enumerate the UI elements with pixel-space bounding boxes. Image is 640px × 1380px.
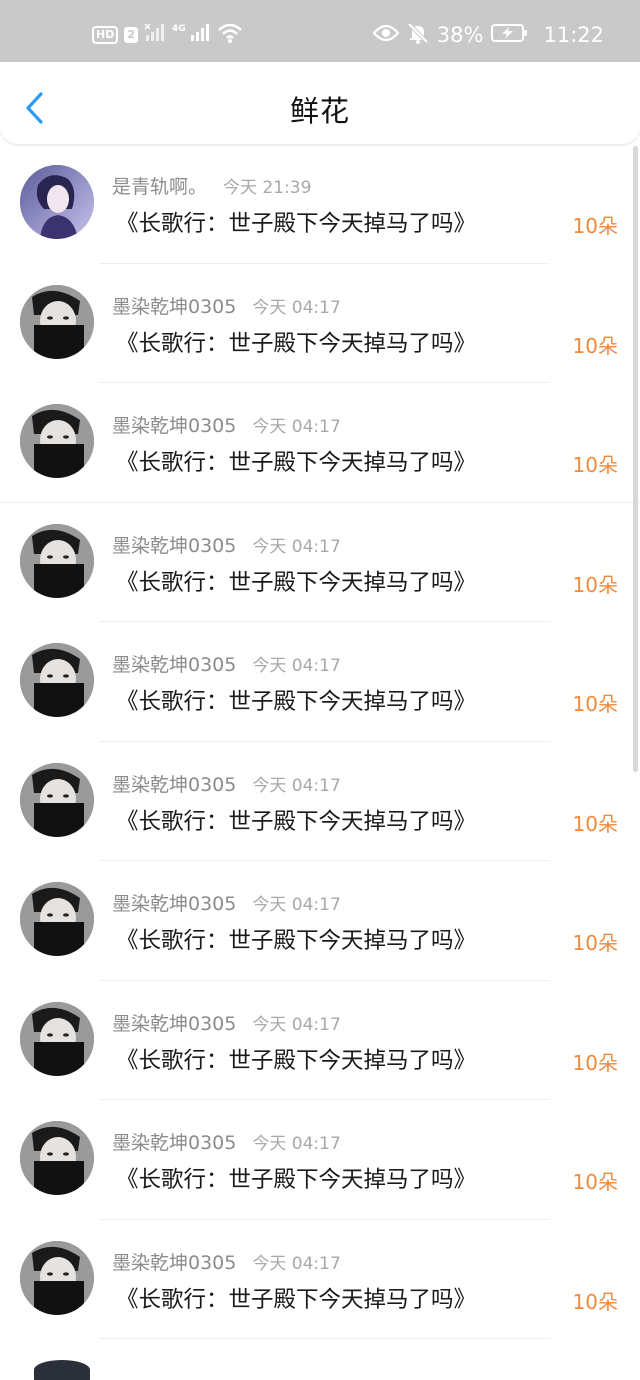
masked-man-avatar-icon: [20, 643, 94, 717]
wifi-icon: [217, 22, 243, 48]
status-left: HD 2 4G: [92, 20, 243, 50]
sim-slot-badge: 2: [124, 27, 138, 43]
masked-man-avatar-icon: [20, 404, 94, 478]
user-name: 墨染乾坤0305 今天 04:17: [112, 773, 341, 796]
page-title: 鲜花: [289, 94, 350, 128]
top-nav-bar: 鲜花: [0, 62, 640, 144]
list-item[interactable]: 墨染乾坤0305 今天 04:17 《长歌行：世子殿下今天掉马了吗》 10朵: [0, 622, 640, 742]
book-title: 《长歌行：世子殿下今天掉马了吗》: [116, 569, 477, 596]
flower-count: 10朵: [572, 692, 618, 716]
masked-man-avatar-icon: [20, 1001, 94, 1076]
flower-count: 10朵: [572, 1289, 618, 1314]
book-title: 《长歌行：世子殿下今天掉马了吗》: [116, 1047, 477, 1074]
gift-time: 今天 04:17: [252, 775, 341, 796]
eye-icon: [372, 23, 400, 47]
book-title: 《长歌行：世子殿下今天掉马了吗》: [116, 330, 477, 357]
battery-percent: 38%: [436, 23, 484, 47]
flower-count: 10朵: [572, 453, 618, 477]
avatar[interactable]: [20, 1240, 94, 1315]
book-title: 《长歌行：世子殿下今天掉马了吗》: [116, 689, 477, 715]
book-title: 《长歌行：世子殿下今天掉马了吗》: [116, 1167, 477, 1193]
avatar[interactable]: [20, 643, 94, 717]
flower-count: 10朵: [572, 1050, 618, 1075]
status-right: 38% 11:22: [372, 18, 604, 52]
user-name: 是青轨啊。 今天 21:39: [112, 176, 312, 198]
flower-count: 10朵: [572, 811, 618, 836]
next-item-avatar-peek: [34, 1360, 90, 1380]
flower-count: 10朵: [572, 214, 618, 238]
masked-man-avatar-icon: [20, 762, 94, 837]
gift-time: 今天 04:17: [252, 1014, 341, 1035]
list-item[interactable]: 墨染乾坤0305 今天 04:17 《长歌行：世子殿下今天掉马了吗》 10朵: [0, 981, 640, 1100]
gift-time: 今天 04:17: [252, 536, 341, 557]
list-item[interactable]: 墨染乾坤0305 今天 04:17 《长歌行：世子殿下今天掉马了吗》 10朵: [0, 383, 640, 503]
gift-time: 今天 04:17: [252, 297, 341, 318]
masked-man-avatar-icon: [20, 882, 94, 956]
user-name: 墨染乾坤0305 今天 04:17: [112, 654, 341, 676]
avatar[interactable]: [20, 284, 94, 359]
user-name: 墨染乾坤0305 今天 04:17: [112, 1132, 341, 1154]
masked-man-avatar-icon: [20, 1121, 94, 1195]
masked-man-avatar-icon: [20, 523, 94, 598]
battery-charging-icon: [491, 23, 529, 47]
flower-count: 10朵: [572, 572, 618, 597]
list-item[interactable]: 墨染乾坤0305 今天 04:17 《长歌行：世子殿下今天掉马了吗》 10朵: [0, 861, 640, 981]
gift-time: 今天 04:17: [252, 417, 341, 437]
flower-gift-list: 是青轨啊。 今天 21:39 《长歌行：世子殿下今天掉马了吗》 10朵 墨染乾坤0…: [0, 144, 640, 1339]
list-item[interactable]: 墨染乾坤0305 今天 04:17 《长歌行：世子殿下今天掉马了吗》 10朵: [0, 1220, 640, 1339]
avatar[interactable]: [20, 165, 94, 239]
list-item[interactable]: 墨染乾坤0305 今天 04:17 《长歌行：世子殿下今天掉马了吗》 10朵: [0, 503, 640, 622]
flower-count: 10朵: [572, 333, 618, 358]
gift-time: 今天 04:17: [252, 656, 341, 676]
gift-time: 今天 04:17: [252, 1253, 341, 1274]
avatar[interactable]: [20, 762, 94, 837]
flower-count: 10朵: [572, 1170, 618, 1194]
scrollbar[interactable]: [633, 146, 638, 772]
book-title: 《长歌行：世子殿下今天掉马了吗》: [116, 450, 477, 476]
divider: [100, 1338, 550, 1339]
gift-time: 今天 04:17: [252, 1134, 341, 1154]
book-title: 《长歌行：世子殿下今天掉马了吗》: [116, 1286, 477, 1313]
user-name: 墨染乾坤0305 今天 04:17: [112, 534, 341, 557]
book-title: 《长歌行：世子殿下今天掉马了吗》: [116, 928, 477, 954]
user-name: 墨染乾坤0305 今天 04:17: [112, 893, 341, 915]
list-item[interactable]: 墨染乾坤0305 今天 04:17 《长歌行：世子殿下今天掉马了吗》 10朵: [0, 264, 640, 383]
masked-man-avatar-icon: [20, 1240, 94, 1315]
user-name: 墨染乾坤0305 今天 04:17: [112, 1012, 341, 1035]
girl-avatar-icon: [20, 165, 94, 239]
avatar[interactable]: [20, 404, 94, 478]
status-bar: HD 2 4G 38% 11:22: [0, 0, 640, 62]
avatar[interactable]: [20, 523, 94, 598]
avatar[interactable]: [20, 882, 94, 956]
masked-man-avatar-icon: [20, 284, 94, 359]
list-item[interactable]: 是青轨啊。 今天 21:39 《长歌行：世子殿下今天掉马了吗》 10朵: [0, 144, 640, 264]
network-type-label: 4G: [172, 24, 186, 34]
hd-badge: HD: [92, 26, 119, 44]
bell-muted-icon: [407, 22, 429, 48]
book-title: 《长歌行：世子殿下今天掉马了吗》: [116, 808, 477, 835]
signal-icon-sim1: [144, 23, 166, 47]
user-name: 墨染乾坤0305 今天 04:17: [112, 295, 341, 318]
user-name: 墨染乾坤0305 今天 04:17: [112, 1251, 341, 1274]
list-item[interactable]: 墨染乾坤0305 今天 04:17 《长歌行：世子殿下今天掉马了吗》 10朵: [0, 742, 640, 861]
gift-time: 今天 04:17: [252, 895, 341, 915]
flower-count: 10朵: [572, 931, 618, 955]
avatar[interactable]: [20, 1001, 94, 1076]
avatar[interactable]: [20, 1121, 94, 1195]
list-item[interactable]: 墨染乾坤0305 今天 04:17 《长歌行：世子殿下今天掉马了吗》 10朵: [0, 1100, 640, 1220]
signal-icon-sim2: [189, 23, 211, 47]
clock-time: 11:22: [543, 23, 604, 47]
user-name: 墨染乾坤0305 今天 04:17: [112, 415, 341, 437]
gift-time: 今天 21:39: [223, 178, 312, 198]
book-title: 《长歌行：世子殿下今天掉马了吗》: [116, 211, 477, 237]
